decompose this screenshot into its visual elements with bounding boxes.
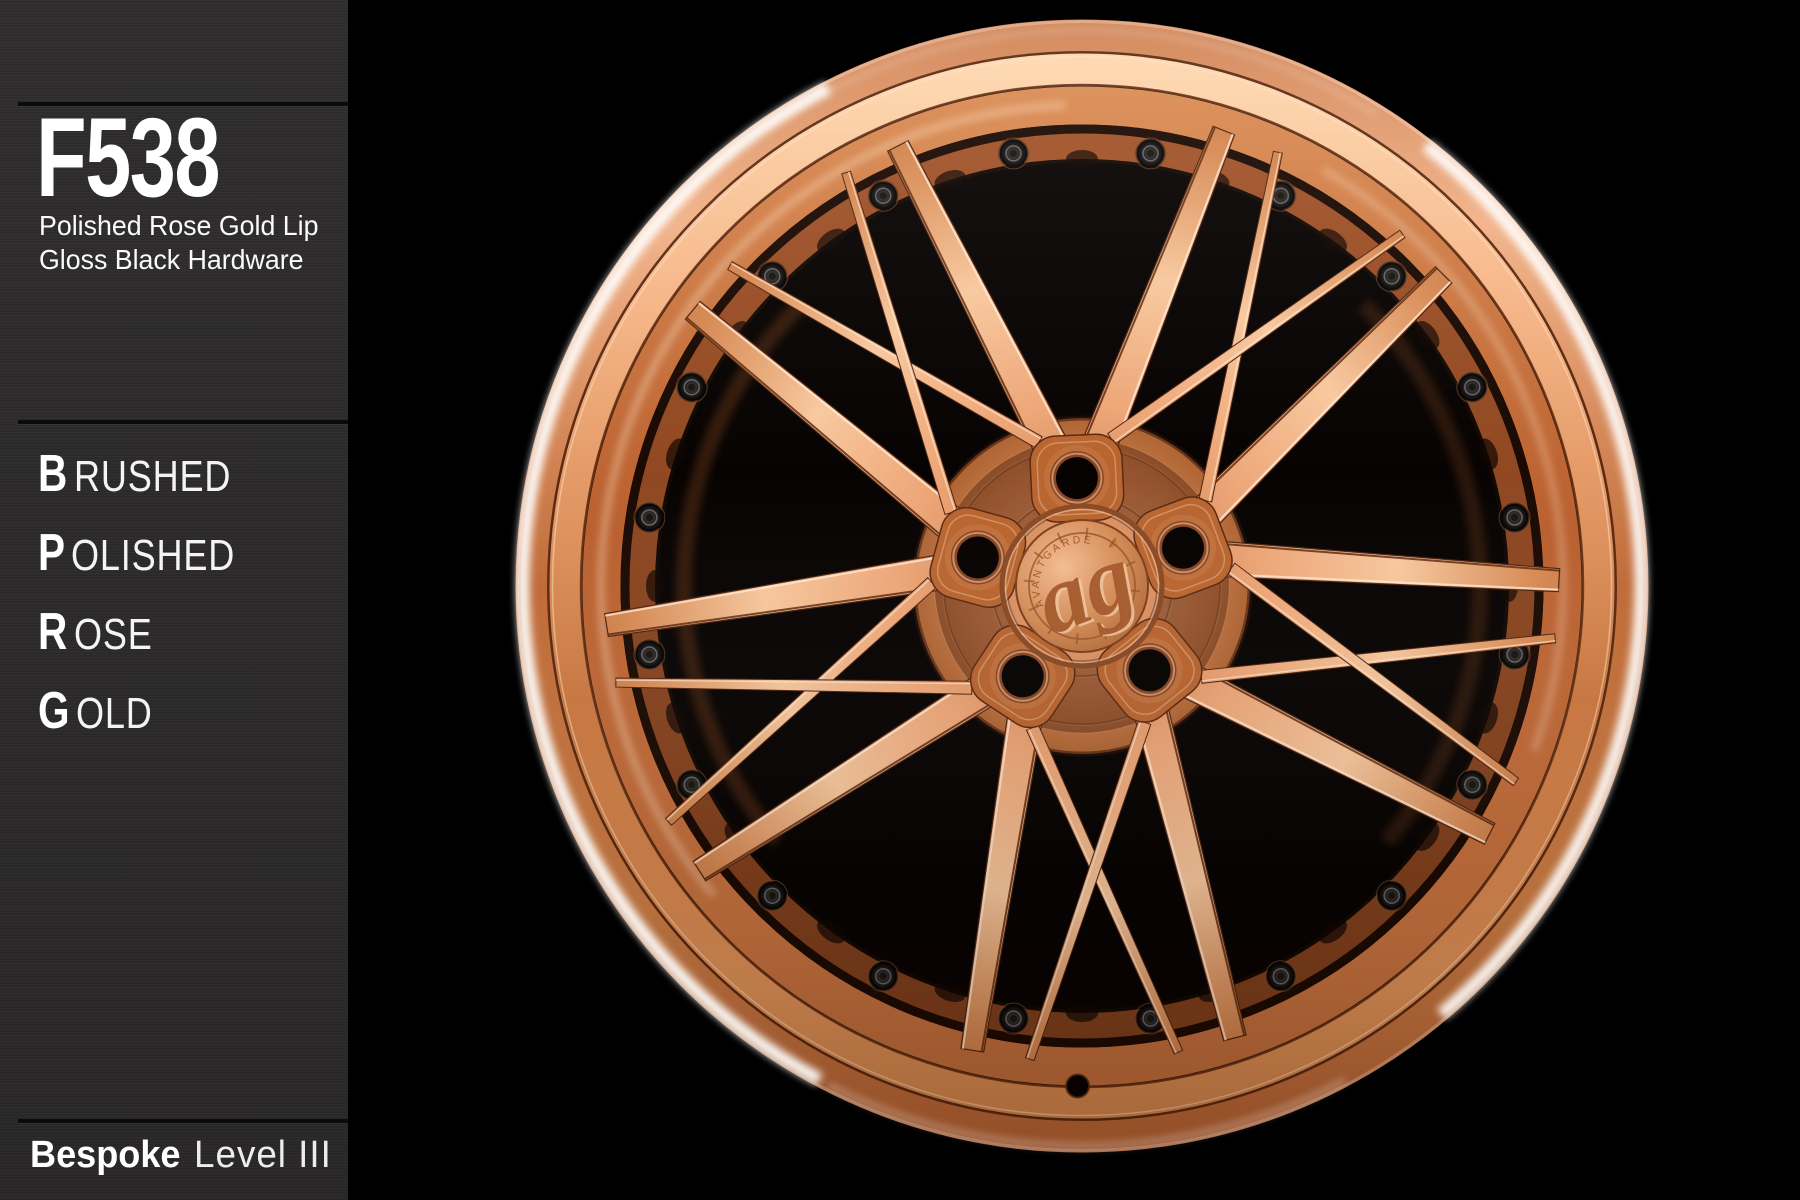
initial-letter: P [38,527,65,579]
finish-line-2: Gloss Black Hardware [39,243,304,277]
word-rest: OSE [74,613,153,657]
model-code-text: F538 [36,102,219,214]
finish-word-gold: GOLD [38,685,271,737]
finish-acronym: BRUSHED POLISHED ROSE GOLD [38,448,271,764]
word-rest: OLISHED [71,534,235,578]
bespoke-badge: Bespoke Level III [30,1136,336,1174]
info-panel: F538 Polished Rose Gold Lip Gloss Black … [0,0,348,1200]
divider-bottom [18,1119,348,1123]
finish-line-1: Polished Rose Gold Lip [39,209,318,243]
finish-word-brushed: BRUSHED [38,448,271,500]
finish-word-rose: ROSE [38,606,271,658]
bespoke-label: Bespoke [30,1136,180,1174]
initial-letter: R [38,606,67,658]
initial-letter: G [38,685,70,737]
finish-description: Polished Rose Gold Lip Gloss Black Hardw… [39,209,332,277]
finish-word-polished: POLISHED [38,527,271,579]
initial-letter: B [38,448,67,500]
word-rest: OLD [76,692,153,736]
word-rest: RUSHED [74,455,231,499]
divider-middle [18,420,348,424]
model-code: F538 [36,102,283,214]
bespoke-level: Level III [194,1136,332,1174]
